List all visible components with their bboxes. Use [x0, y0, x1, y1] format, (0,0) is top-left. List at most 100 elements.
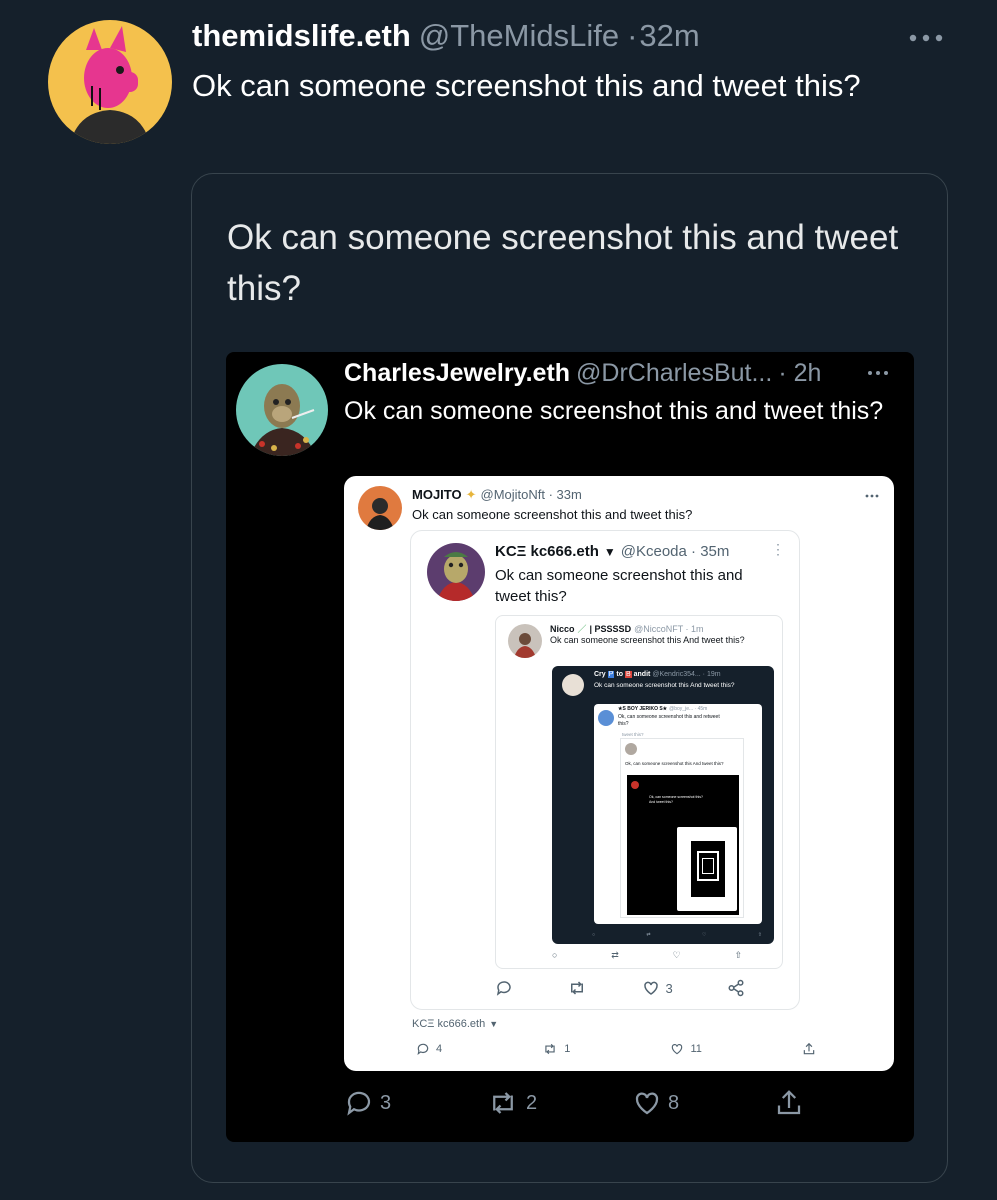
- crypto-mid: to: [616, 671, 623, 678]
- crypto-avatar: [562, 674, 584, 696]
- mojito-handle: @MojitoNft · 33m: [480, 487, 582, 502]
- deep-screenshot: [677, 827, 737, 911]
- charles-header: CharlesJewelry.eth @DrCharlesBut... · 2h: [344, 359, 821, 388]
- braun-avatar: [625, 743, 637, 755]
- reply-icon: [417, 1043, 429, 1056]
- charles-retweet: 2: [486, 1088, 537, 1118]
- kc-name: KCΞ kc666.eth: [495, 543, 599, 560]
- kc-handle: @Kceoda · 35m: [620, 543, 730, 560]
- jeriko-header: ★S BOY JERIKO S★ @boy_je... · 45m: [618, 706, 707, 712]
- mojito-screenshot: MOJITO ✦ @MojitoNft · 33m Ok can someone…: [344, 476, 894, 1071]
- ellipsis-icon: [909, 34, 943, 42]
- crypto-text: Ok can someone screenshot this And tweet…: [594, 682, 735, 689]
- retweet-icon: [545, 1043, 555, 1055]
- footer-name: KCΞ kc666.eth: [412, 1018, 486, 1030]
- jeriko-avatar: [598, 710, 614, 726]
- braun-screenshot: Ok, can someone screenshot this And twee…: [620, 738, 744, 918]
- charles-actions: 3 2 8: [344, 1088, 804, 1118]
- nicco-screenshot: Nicco ／ | PSSSSD @NiccoNFT · 1m Ok can s…: [495, 615, 783, 969]
- charles-more-icon: [868, 371, 888, 375]
- author-handle[interactable]: @TheMidsLife: [419, 18, 619, 54]
- kc-like: 3: [642, 979, 673, 997]
- kc-actions: 3: [495, 979, 745, 997]
- crypto-name: Cry: [594, 671, 606, 678]
- king-screenshot: Ok, can someone screenshot this? And twe…: [627, 775, 739, 915]
- mojito-reply-count: 4: [436, 1043, 443, 1055]
- nicco-avatar: [508, 624, 542, 658]
- nicco-suffix: | PSSSSD: [589, 624, 632, 634]
- kc-screenshot: KCΞ kc666.eth ▼ @Kceoda · 35m ⋮ Ok can s…: [410, 530, 800, 1010]
- like-icon: [672, 1044, 683, 1055]
- more-options-button[interactable]: [906, 28, 946, 48]
- deep-inner-box-2: [702, 858, 714, 874]
- screenshot-image[interactable]: CharlesJewelry.eth @DrCharlesBut... · 2h…: [226, 352, 914, 1142]
- crypto-actions: ○ ⇄ ♡ ⇧: [592, 932, 762, 938]
- share-icon: [803, 1042, 815, 1055]
- tweet-time[interactable]: 32m: [639, 18, 699, 54]
- jeriko-text: Ok, can someone screenshot this and retw…: [618, 714, 720, 727]
- charles-reply-count: 3: [380, 1091, 392, 1114]
- share-icon: [777, 1090, 801, 1115]
- mojito-like-count: 11: [690, 1043, 702, 1055]
- king-text: Ok, can someone screenshot this? And twe…: [649, 795, 703, 804]
- like-icon: ♡: [672, 950, 681, 960]
- mojito-text: Ok can someone screenshot this and tweet…: [412, 507, 693, 522]
- deep-inner-frame: [691, 841, 725, 897]
- quote-text: Ok can someone screenshot this and tweet…: [227, 218, 899, 308]
- mojito-reply: 4: [416, 1042, 442, 1056]
- mojito-like: 11: [670, 1042, 702, 1056]
- charles-handle: @DrCharlesBut...: [576, 359, 773, 387]
- author-avatar[interactable]: [48, 20, 172, 144]
- reply-icon: ○: [552, 950, 558, 960]
- mojito-avatar: [358, 486, 402, 530]
- braun-text: Ok, can someone screenshot this And twee…: [625, 761, 724, 766]
- mojito-more-icon: [865, 494, 879, 498]
- twitter-bird-icon: ▼: [603, 545, 616, 559]
- mojito-name: MOJITO: [412, 487, 462, 502]
- share-icon: ⇧: [734, 950, 742, 960]
- charles-name: CharlesJewelry.eth: [344, 359, 571, 387]
- reply-icon: ○: [592, 932, 596, 938]
- nicco-name: Nicco: [550, 624, 575, 634]
- charles-avatar: [236, 364, 328, 456]
- jeriko-name: ★S BOY JERIKO S★: [618, 706, 668, 712]
- reply-icon: [496, 981, 511, 996]
- jeriko-screenshot: ★S BOY JERIKO S★ @boy_je... · 45m Ok, ca…: [594, 704, 762, 924]
- like-icon: [635, 1092, 659, 1115]
- crypto-end: andit: [633, 671, 651, 678]
- kc-like-count: 3: [665, 980, 673, 996]
- kc-avatar: [427, 543, 485, 601]
- twitter-bird-icon: ▼: [489, 1019, 499, 1029]
- time-separator: ·: [627, 18, 638, 53]
- jeriko-handle: @boy_je... · 45m: [669, 706, 708, 712]
- share-icon: ⇧: [757, 932, 762, 938]
- charles-retweet-count: 2: [526, 1091, 538, 1114]
- kc-kebab-icon: ⋮: [771, 541, 785, 557]
- crypto-handle: @Kendric354... · 19m: [652, 671, 721, 678]
- author-name[interactable]: themidslife.eth: [192, 18, 411, 54]
- share-icon: [728, 979, 744, 997]
- tweet-text: Ok can someone screenshot this and tweet…: [192, 68, 861, 103]
- b-badge-icon: B: [624, 671, 632, 678]
- kc-text: Ok can someone screenshot this and tweet…: [495, 567, 743, 605]
- like-icon: ♡: [701, 932, 707, 938]
- reply-icon: [347, 1091, 371, 1116]
- tweet-header: themidslife.eth @TheMidsLife · 32m: [192, 18, 700, 54]
- mojito-footer: KCΞ kc666.eth ▼: [412, 1018, 498, 1030]
- charles-time: · 2h: [778, 359, 822, 387]
- nicco-handle: @NiccoNFT · 1m: [634, 624, 704, 634]
- nicco-text: Ok can someone screenshot this And tweet…: [550, 635, 745, 645]
- mojito-header: MOJITO ✦ @MojitoNft · 33m: [412, 487, 582, 503]
- retweet-icon: [571, 981, 584, 995]
- charles-like: 8: [632, 1088, 679, 1118]
- retweet-icon: ⇄: [611, 950, 619, 960]
- charles-text: Ok can someone screenshot this and tweet…: [344, 397, 884, 425]
- like-icon: [643, 981, 658, 995]
- crypto-header: Cry P to B andit @Kendric354... · 19m: [594, 671, 721, 678]
- retweet-icon: ⇄: [646, 932, 651, 938]
- mojito-retweet-count: 1: [564, 1043, 571, 1055]
- nicco-actions: ○ ⇄ ♡ ⇧: [552, 950, 742, 961]
- sparkle-icon: ✦: [465, 487, 477, 502]
- kc-header: KCΞ kc666.eth ▼ @Kceoda · 35m: [495, 543, 729, 560]
- retweet-icon: [493, 1092, 513, 1114]
